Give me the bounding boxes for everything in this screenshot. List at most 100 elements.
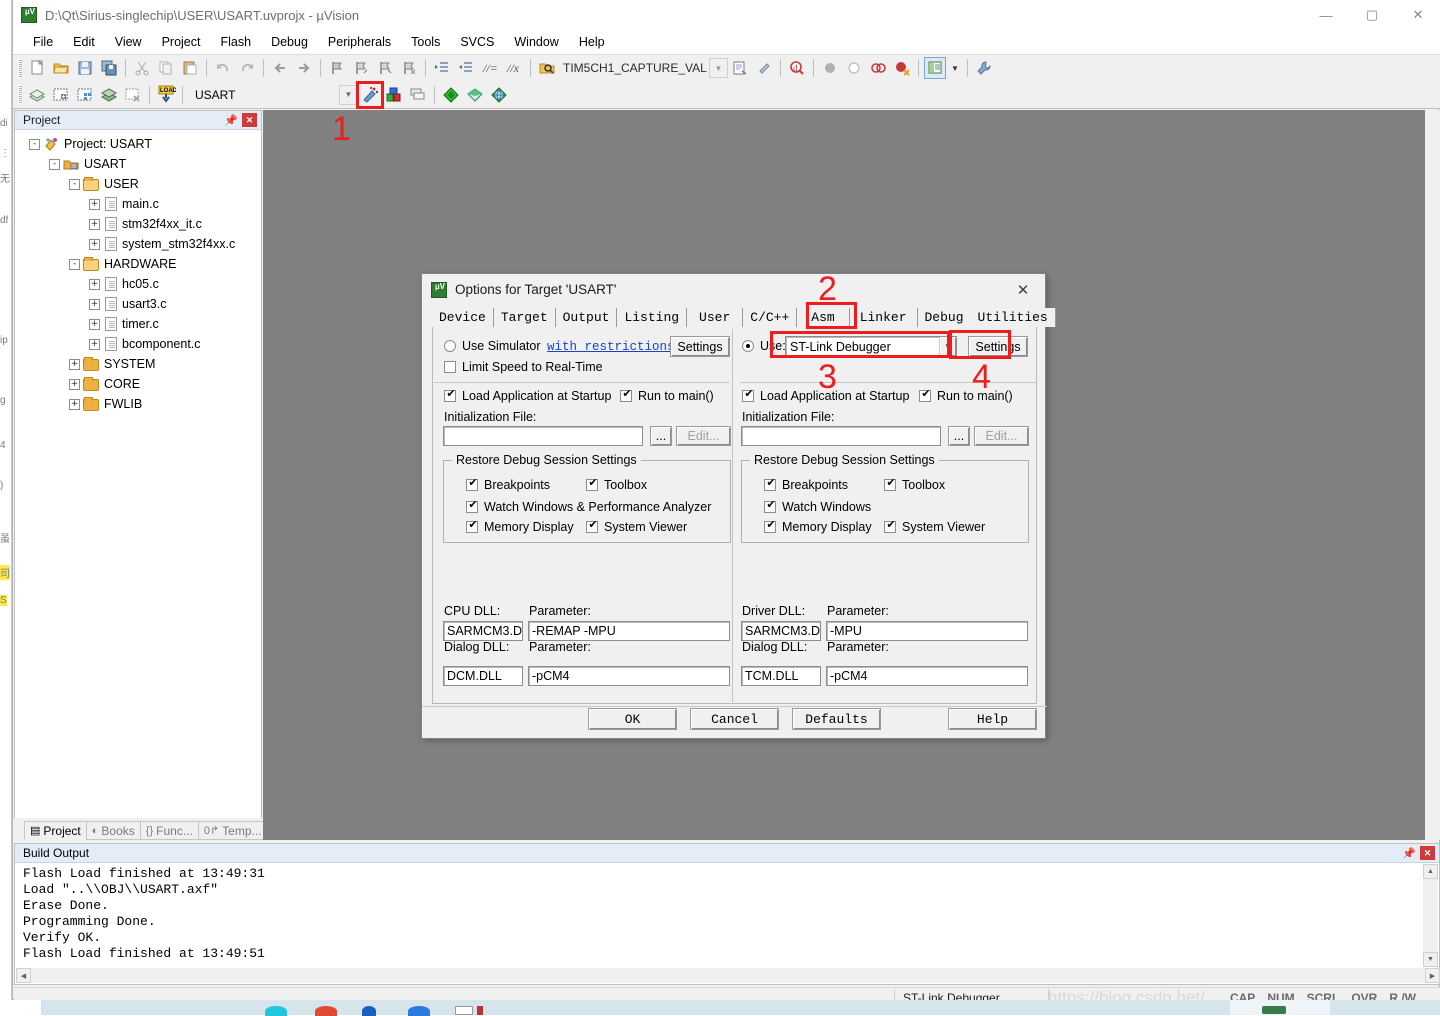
expander-icon[interactable]: + <box>69 378 80 390</box>
right-browse-button[interactable]: ... <box>948 426 970 446</box>
load-app-checkbox[interactable] <box>444 387 457 402</box>
tree-node-hardware-group[interactable]: - HARDWARE <box>21 254 261 274</box>
tab-device[interactable]: Device <box>432 308 494 327</box>
comment-icon[interactable]: //= <box>479 57 501 79</box>
build-output-horizontal-scrollbar[interactable]: ◀ ▶ <box>16 968 1440 983</box>
right-toolbox-row[interactable]: Toolbox <box>884 476 945 492</box>
right-edit-button[interactable]: Edit... <box>974 426 1029 446</box>
menu-item-window[interactable]: Window <box>504 32 568 52</box>
build-target-icon[interactable] <box>50 84 72 106</box>
memory-display-checkbox[interactable] <box>466 518 479 533</box>
window-layout-icon[interactable] <box>924 57 946 79</box>
manage-project-items-icon[interactable] <box>383 84 405 106</box>
scroll-right-arrow[interactable]: ▶ <box>1425 968 1440 983</box>
build-file-icon[interactable] <box>26 84 48 106</box>
bookmark-clear-icon[interactable] <box>398 57 420 79</box>
expander-icon[interactable]: + <box>89 318 100 330</box>
expander-icon[interactable]: + <box>89 238 100 250</box>
pin-icon[interactable]: 📌 <box>1401 847 1417 860</box>
toolbox-checkbox[interactable] <box>586 476 599 491</box>
help-button[interactable]: Help <box>948 708 1037 730</box>
target-select-value[interactable]: USART <box>189 84 339 105</box>
breakpoint-kill-all-icon[interactable] <box>867 57 889 79</box>
taskbar-icon[interactable] <box>455 1006 473 1015</box>
simulator-settings-button[interactable]: Settings <box>670 336 730 357</box>
tab-debug[interactable]: Debug <box>917 308 971 327</box>
redo-icon[interactable] <box>236 57 258 79</box>
cpu-dll-input[interactable]: SARMCM3.DLL <box>443 621 523 641</box>
left-browse-button[interactable]: ... <box>650 426 672 446</box>
tree-node-system-group[interactable]: + SYSTEM <box>21 354 261 374</box>
breakpoint-disable-icon[interactable] <box>843 57 865 79</box>
tab-books[interactable]: ◐ Books <box>85 821 141 840</box>
load-app-checkbox[interactable] <box>742 387 755 402</box>
menu-item-debug[interactable]: Debug <box>261 32 318 52</box>
expander-icon[interactable]: - <box>49 158 60 170</box>
tab-target[interactable]: Target <box>493 308 556 327</box>
insert-template-icon[interactable] <box>729 57 751 79</box>
defaults-button[interactable]: Defaults <box>792 708 881 730</box>
tree-node-file[interactable]: + stm32f4xx_it.c <box>21 214 261 234</box>
menu-item-flash[interactable]: Flash <box>210 32 261 52</box>
right-init-file-input[interactable] <box>741 426 941 446</box>
right-dialog-parameter-input[interactable]: -pCM4 <box>826 666 1028 686</box>
limit-speed-checkbox[interactable] <box>444 361 456 373</box>
cpu-parameter-input[interactable]: -REMAP -MPU <box>528 621 730 641</box>
tab-user[interactable]: User <box>687 308 744 327</box>
build-output-vertical-scrollbar[interactable]: ▲ ▼ <box>1423 864 1438 967</box>
undo-icon[interactable] <box>212 57 234 79</box>
navigate-back-icon[interactable] <box>269 57 291 79</box>
right-watch-windows-row[interactable]: Watch Windows <box>764 498 871 514</box>
scroll-left-arrow[interactable]: ◀ <box>16 968 31 983</box>
pin-icon[interactable]: 📌 <box>223 114 239 127</box>
use-debugger-radio[interactable] <box>742 340 754 352</box>
run-to-main-checkbox[interactable] <box>620 387 633 402</box>
expander-icon[interactable]: - <box>69 258 80 270</box>
configure-icon[interactable] <box>753 57 775 79</box>
use-simulator-radio[interactable] <box>444 340 456 352</box>
breakpoints-checkbox[interactable] <box>764 476 777 491</box>
expander-icon[interactable]: + <box>89 218 100 230</box>
copy-icon[interactable] <box>155 57 177 79</box>
editor-vertical-scrollbar[interactable] <box>1425 110 1440 840</box>
tab-project[interactable]: ▤ Project <box>24 821 87 840</box>
left-dialog-dll-input[interactable]: DCM.DLL <box>443 666 523 686</box>
outdent-icon[interactable] <box>455 57 477 79</box>
menu-item-project[interactable]: Project <box>152 32 211 52</box>
system-viewer-checkbox[interactable] <box>586 518 599 533</box>
tab-asm[interactable]: Asm <box>797 308 850 327</box>
tab-linker[interactable]: Linker <box>849 308 918 327</box>
limit-speed-row[interactable]: Limit Speed to Real-Time <box>444 360 603 374</box>
expander-icon[interactable]: + <box>89 278 100 290</box>
left-toolbox-row[interactable]: Toolbox <box>586 476 647 492</box>
right-run-to-main-row[interactable]: Run to main() <box>919 387 1013 403</box>
right-load-app-row[interactable]: Load Application at Startup <box>742 387 909 403</box>
settings-wrench-icon[interactable] <box>973 57 995 79</box>
new-file-icon[interactable] <box>26 57 48 79</box>
right-dialog-dll-input[interactable]: TCM.DLL <box>741 666 821 686</box>
breakpoint-icon[interactable] <box>819 57 841 79</box>
cut-icon[interactable] <box>131 57 153 79</box>
taskbar-icon[interactable] <box>1262 1006 1286 1014</box>
menu-item-file[interactable]: File <box>23 32 63 52</box>
tree-node-project[interactable]: - Project: USART <box>21 134 261 154</box>
tree-node-file[interactable]: + main.c <box>21 194 261 214</box>
toolbar-grip[interactable] <box>18 58 22 78</box>
stop-build-icon[interactable] <box>122 84 144 106</box>
tab-cpp[interactable]: C/C++ <box>743 308 798 327</box>
find-dropdown-arrow[interactable]: ▼ <box>709 58 728 78</box>
right-system-viewer-row[interactable]: System Viewer <box>884 518 985 534</box>
left-breakpoints-row[interactable]: Breakpoints <box>466 476 550 492</box>
breakpoint-disable-all-icon[interactable] <box>891 57 913 79</box>
find-symbol-input[interactable]: TIM5CH1_CAPTURE_VAL <box>559 58 709 78</box>
tree-node-file[interactable]: + timer.c <box>21 314 261 334</box>
bookmark-prev-icon[interactable] <box>350 57 372 79</box>
expander-icon[interactable]: - <box>29 138 40 150</box>
open-file-icon[interactable] <box>50 57 72 79</box>
toolbox-checkbox[interactable] <box>884 476 897 491</box>
driver-parameter-input[interactable]: -MPU <box>826 621 1028 641</box>
minimize-button[interactable]: — <box>1303 0 1349 30</box>
expander-icon[interactable]: + <box>89 338 100 350</box>
left-memory-display-row[interactable]: Memory Display <box>466 518 574 534</box>
multi-project-icon[interactable] <box>407 84 429 106</box>
